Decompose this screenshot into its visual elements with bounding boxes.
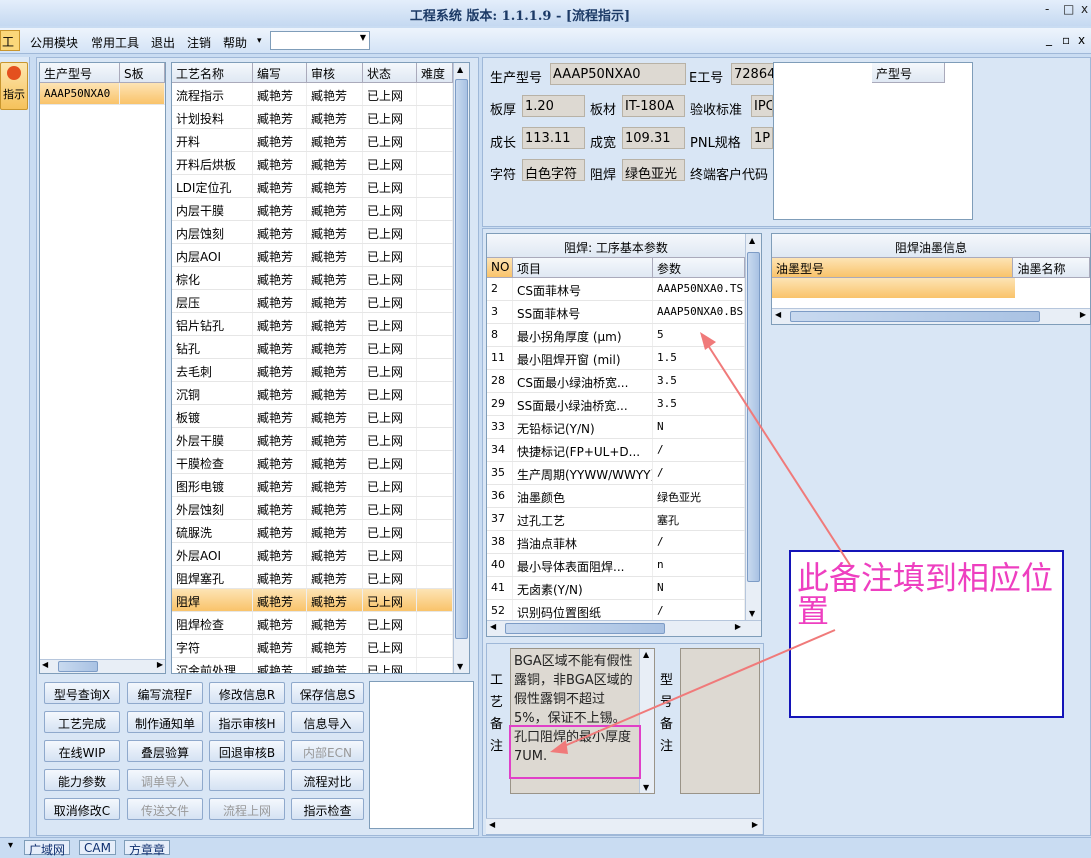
- status-tab[interactable]: CAM: [79, 840, 116, 855]
- chevron-down-icon[interactable]: ▾: [8, 840, 13, 851]
- status-tab[interactable]: 方章章: [124, 840, 171, 857]
- arrow-head: [550, 740, 568, 754]
- arrow-line: [701, 335, 851, 566]
- status-tab[interactable]: 广域网: [24, 840, 71, 857]
- arrow-head: [700, 332, 716, 350]
- annotation-text: 此备注填到相应位置: [797, 559, 1054, 630]
- highlight-box: [509, 725, 641, 779]
- annotation-overlay: [509, 332, 1064, 779]
